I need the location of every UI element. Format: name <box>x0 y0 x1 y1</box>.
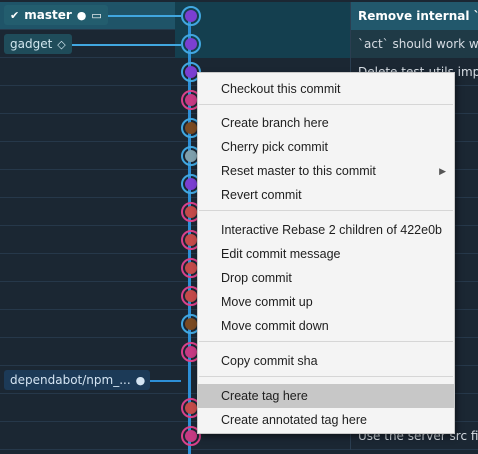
github-icon: ● <box>135 373 146 387</box>
submenu-arrow-icon: ▶ <box>439 166 446 176</box>
branch-label: gadget <box>10 37 53 51</box>
branch-connector <box>150 380 181 382</box>
menu-item-copy-sha[interactable]: Copy commit sha <box>198 349 454 373</box>
menu-separator <box>199 104 453 105</box>
commit-avatar[interactable] <box>181 6 201 26</box>
github-icon: ● <box>76 8 87 22</box>
commit-message: Remove internal `act` exports <box>350 2 478 30</box>
menu-separator <box>199 376 453 377</box>
check-icon: ✔ <box>10 8 20 22</box>
menu-item-create-annotated-tag[interactable]: Create annotated tag here <box>198 408 454 432</box>
menu-item-move-up[interactable]: Move commit up <box>198 290 454 314</box>
menu-separator <box>199 210 453 211</box>
branch-connector <box>72 44 181 46</box>
branch-connector <box>108 15 181 17</box>
menu-item-create-branch[interactable]: Create branch here <box>198 111 454 135</box>
branch-label: master <box>24 8 72 22</box>
tag-icon: ◇ <box>57 37 66 51</box>
branch-tag-gadget[interactable]: gadget ◇ <box>4 34 72 54</box>
commit-message: `act` should work with <box>350 30 478 58</box>
menu-item-cherry-pick[interactable]: Cherry pick commit <box>198 135 454 159</box>
laptop-icon: ▭ <box>91 8 102 22</box>
branch-tag-master[interactable]: ✔ master ● ▭ <box>4 5 108 25</box>
graph-lane <box>175 30 350 58</box>
menu-item-interactive-rebase[interactable]: Interactive Rebase 2 children of 422e0b <box>198 218 454 242</box>
commit-avatar[interactable] <box>181 34 201 54</box>
branch-label: dependabot/npm_... <box>10 373 131 387</box>
menu-item-move-down[interactable]: Move commit down <box>198 314 454 338</box>
branch-tag-dependabot[interactable]: dependabot/npm_... ● <box>4 370 150 390</box>
menu-item-create-tag[interactable]: Create tag here <box>198 384 454 408</box>
menu-item-edit-message[interactable]: Edit commit message <box>198 242 454 266</box>
menu-separator <box>199 341 453 342</box>
context-menu: Checkout this commit Create branch here … <box>197 72 455 434</box>
menu-item-checkout[interactable]: Checkout this commit <box>198 77 454 101</box>
menu-item-drop-commit[interactable]: Drop commit <box>198 266 454 290</box>
graph-lane <box>175 2 350 30</box>
menu-item-label: Reset master to this commit <box>221 164 376 178</box>
menu-item-revert[interactable]: Revert commit <box>198 183 454 207</box>
menu-item-reset[interactable]: Reset master to this commit ▶ <box>198 159 454 183</box>
